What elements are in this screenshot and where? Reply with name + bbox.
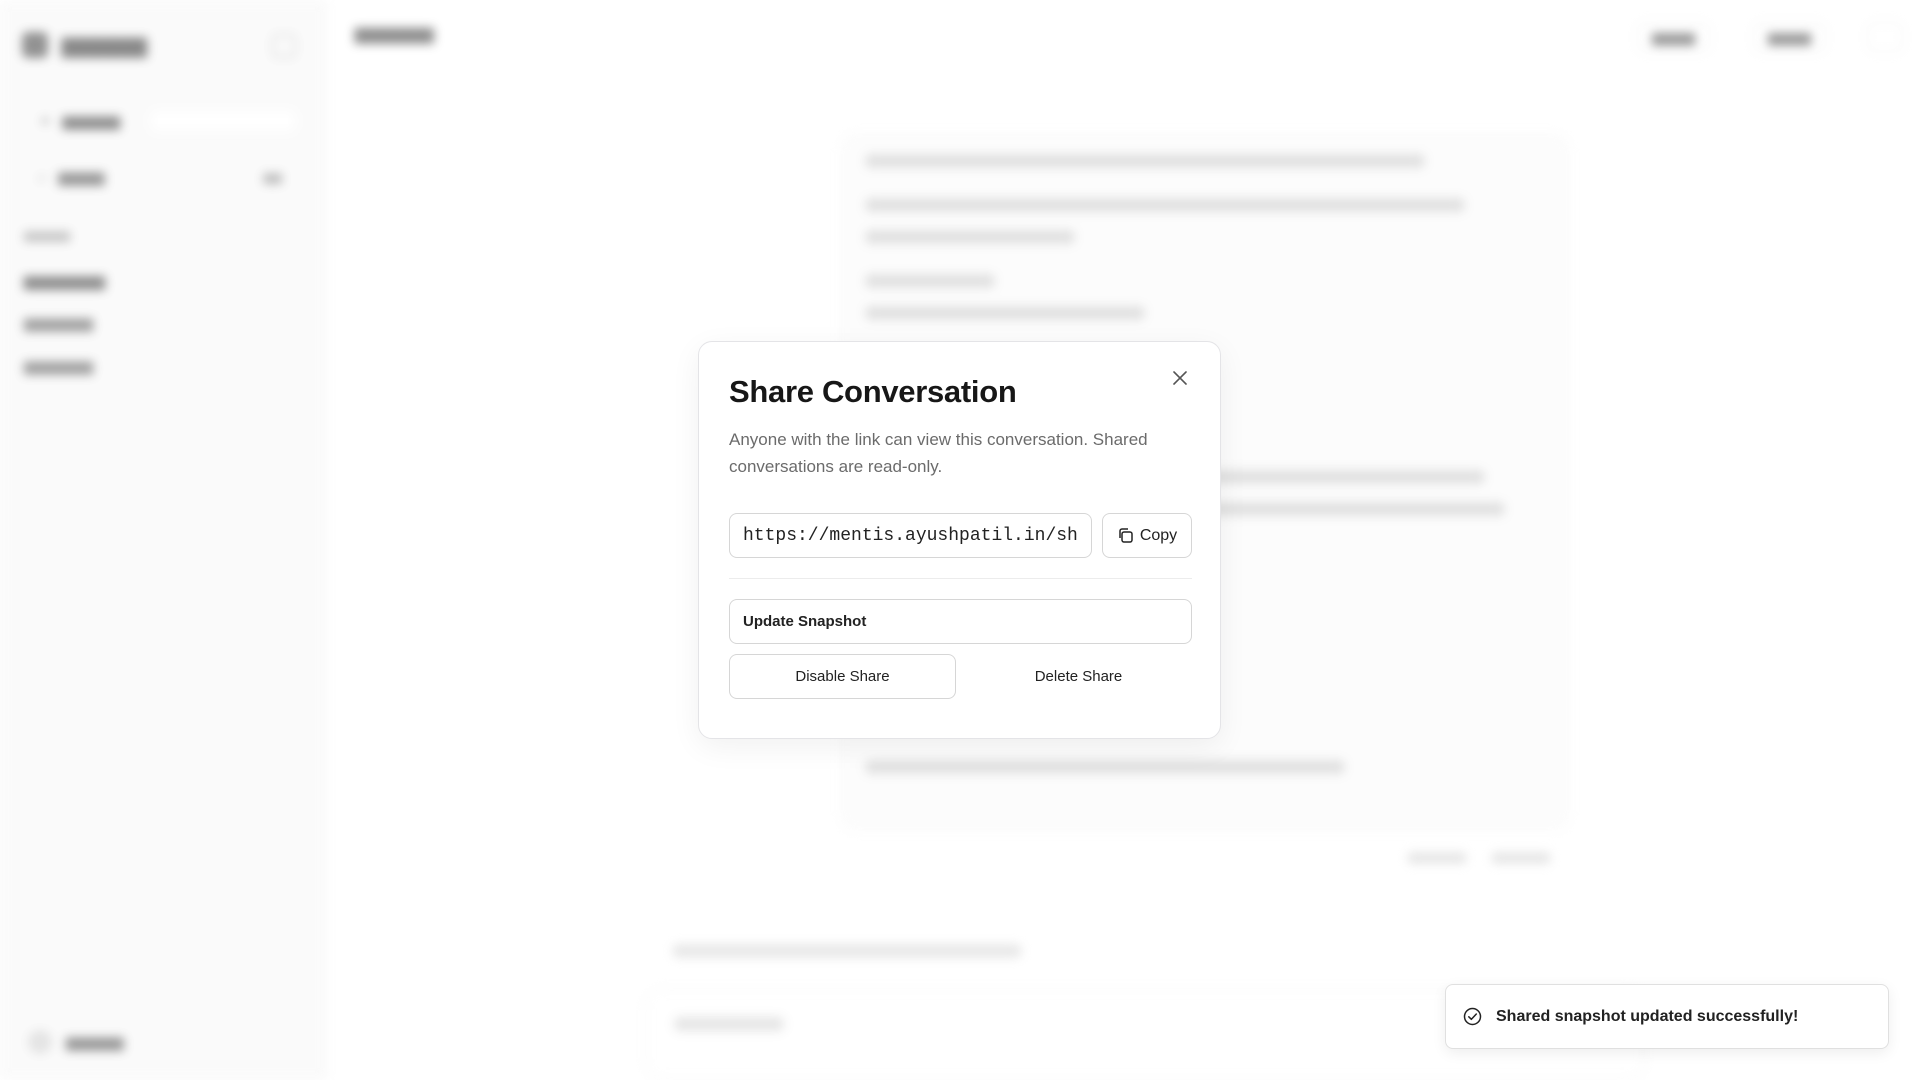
check-circle-icon xyxy=(1463,1007,1482,1026)
share-dialog: Share Conversation Anyone with the link … xyxy=(698,341,1221,739)
sidebar-toggle-icon[interactable] xyxy=(272,34,296,58)
close-icon xyxy=(1173,371,1187,385)
user-name-blurred: ▆▆▆▆▆ xyxy=(66,1034,124,1051)
copy-label: Copy xyxy=(1139,526,1178,544)
update-snapshot-button[interactable]: Update Snapshot xyxy=(729,599,1192,644)
share-link-input[interactable] xyxy=(729,513,1092,558)
app-name-blurred: ▆▆▆▆▆ xyxy=(62,32,147,57)
app-logo xyxy=(22,32,48,58)
suggestion-blurred xyxy=(672,944,1022,958)
search-icon: ⌕ xyxy=(38,168,47,186)
divider xyxy=(729,578,1192,579)
dialog-title: Share Conversation xyxy=(729,374,1017,409)
topbar-icon-button[interactable] xyxy=(1867,22,1903,52)
message-actions xyxy=(1407,852,1551,864)
composer-placeholder-blurred xyxy=(674,1017,784,1031)
plus-icon: + xyxy=(40,110,51,131)
toast-message: Shared snapshot updated successfully! xyxy=(1496,1007,1799,1025)
close-button[interactable] xyxy=(1169,367,1191,389)
copy-icon xyxy=(1119,528,1133,543)
conversation-title-blurred: ▆▆▆▆▆▆ xyxy=(355,24,434,43)
section-heading: ▆▆▆▆▆ xyxy=(24,228,71,242)
conversation-item[interactable]: ▆▆▆▆▆▆ xyxy=(24,314,93,332)
topbar-button[interactable]: ▆▆▆▆ xyxy=(1753,22,1827,52)
user-profile[interactable]: ▆▆▆▆▆ xyxy=(28,1030,124,1054)
new-chat-label-blurred: ▆▆▆▆▆ xyxy=(62,113,121,130)
sidebar: ▆▆▆▆▆ + ▆▆▆▆▆ ⌕ ▆▆▆▆ ▆▆ ▆▆▆▆▆ ▆▆▆▆▆▆▆ ▆▆▆▆▆… xyxy=(0,0,327,1080)
avatar xyxy=(28,1030,52,1054)
delete-share-button[interactable]: Delete Share xyxy=(965,654,1192,699)
search-button[interactable]: ⌕ ▆▆▆▆ ▆▆ xyxy=(24,162,296,192)
new-chat-highlight xyxy=(150,110,296,132)
dialog-description: Anyone with the link can view this conve… xyxy=(729,430,1148,476)
success-toast: Shared snapshot updated successfully! xyxy=(1445,984,1889,1049)
topbar-button[interactable]: ▆▆▆▆ xyxy=(1637,22,1711,52)
copy-button[interactable]: Copy xyxy=(1102,513,1192,558)
shortcut-hint: ▆▆ xyxy=(263,170,282,184)
search-label-blurred: ▆▆▆▆ xyxy=(58,169,105,186)
sidebar-brand: ▆▆▆▆▆ xyxy=(22,32,147,58)
conversation-item-active[interactable]: ▆▆▆▆▆▆▆ xyxy=(24,272,105,290)
disable-share-button[interactable]: Disable Share xyxy=(729,654,956,699)
conversation-item[interactable]: ▆▆▆▆▆▆ xyxy=(24,357,93,375)
